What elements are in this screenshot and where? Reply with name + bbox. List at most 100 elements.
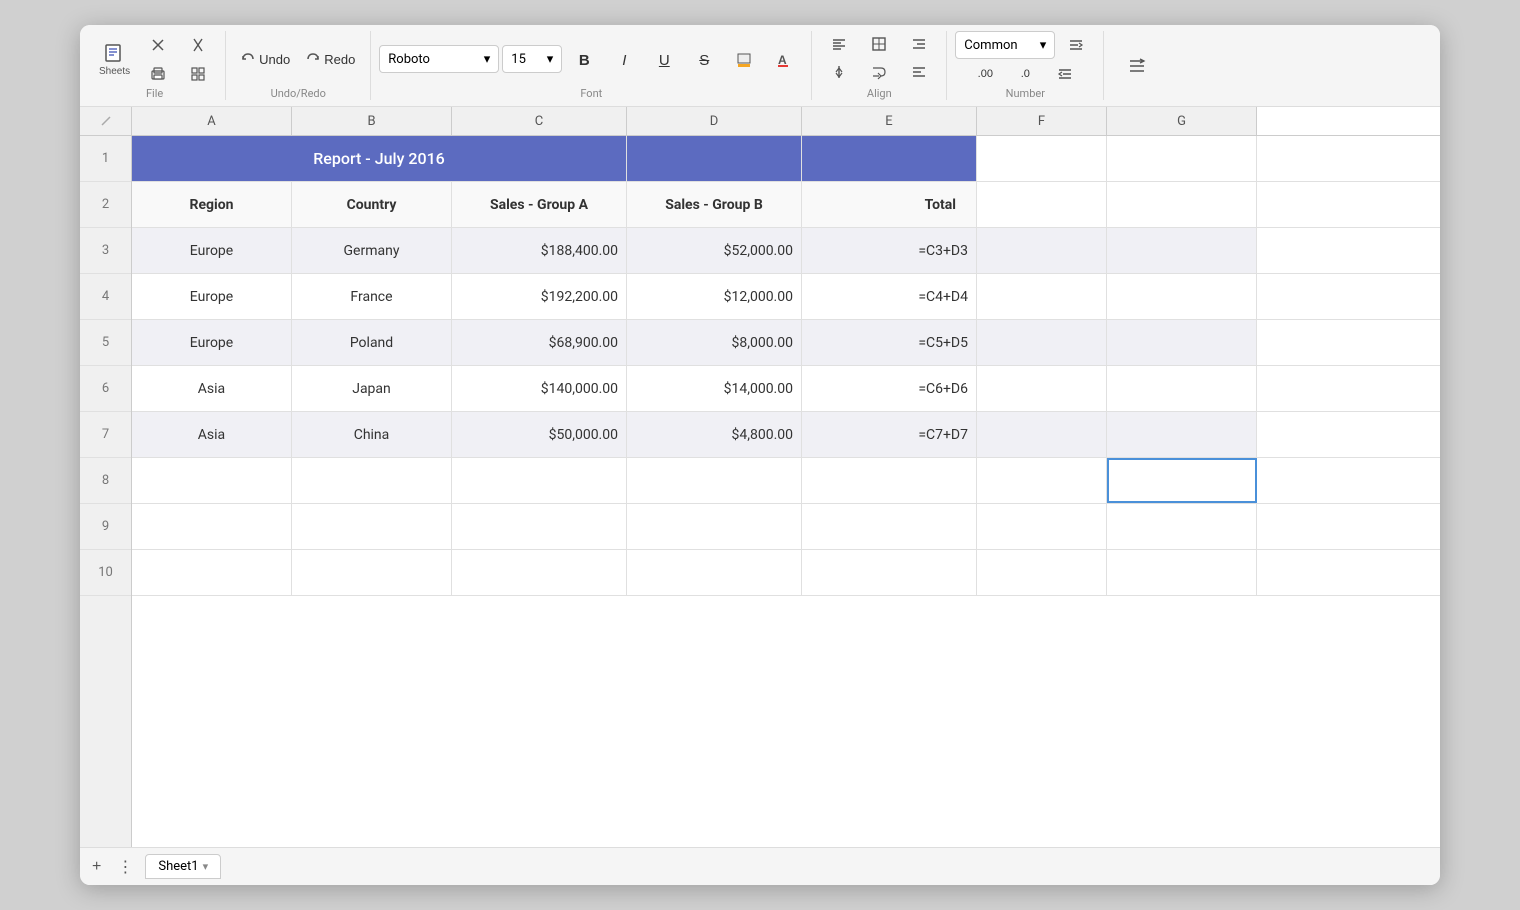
cell-b5[interactable]: Poland xyxy=(292,320,452,365)
cell-g2[interactable] xyxy=(1107,182,1257,227)
cell-c1-title[interactable]: Report - July 2016 xyxy=(132,136,627,181)
cell-g5[interactable] xyxy=(1107,320,1257,365)
row-num-4[interactable]: 4 xyxy=(80,274,131,320)
cell-e8[interactable] xyxy=(802,458,977,503)
align-left-button[interactable] xyxy=(820,31,858,57)
cell-e4[interactable]: =C4+D4 xyxy=(802,274,977,319)
row-num-7[interactable]: 7 xyxy=(80,412,131,458)
borders-button[interactable] xyxy=(860,31,898,57)
cell-f4[interactable] xyxy=(977,274,1107,319)
row-num-1[interactable]: 1 xyxy=(80,136,131,182)
fill-color-button[interactable] xyxy=(725,47,763,73)
col-header-d[interactable]: D xyxy=(627,107,802,135)
cut-button[interactable] xyxy=(179,32,217,58)
cell-g9[interactable] xyxy=(1107,504,1257,549)
strikethrough-button[interactable]: S xyxy=(685,47,723,73)
decimal-decrease-button[interactable]: .0 xyxy=(1006,61,1044,87)
cell-d3[interactable]: $52,000.00 xyxy=(627,228,802,273)
row-num-2[interactable]: 2 xyxy=(80,182,131,228)
cell-a5[interactable]: Europe xyxy=(132,320,292,365)
cell-a2[interactable]: Region xyxy=(132,182,292,227)
close-file-button[interactable] xyxy=(139,32,177,58)
row-num-5[interactable]: 5 xyxy=(80,320,131,366)
cell-c5[interactable]: $68,900.00 xyxy=(452,320,627,365)
underline-button[interactable]: U xyxy=(645,47,683,73)
col-header-a[interactable]: A xyxy=(132,107,292,135)
cell-b9[interactable] xyxy=(292,504,452,549)
cell-c4[interactable]: $192,200.00 xyxy=(452,274,627,319)
number-align-button[interactable] xyxy=(1046,61,1084,87)
cell-c10[interactable] xyxy=(452,550,627,595)
col-header-e[interactable]: E xyxy=(802,107,977,135)
row-num-9[interactable]: 9 xyxy=(80,504,131,550)
cell-f8[interactable] xyxy=(977,458,1107,503)
cell-d5[interactable]: $8,000.00 xyxy=(627,320,802,365)
bold-button[interactable]: B xyxy=(565,47,603,73)
font-family-select[interactable]: Roboto ▾ xyxy=(379,45,499,73)
cell-e6[interactable]: =C6+D6 xyxy=(802,366,977,411)
cell-b6[interactable]: Japan xyxy=(292,366,452,411)
sheet-options-button[interactable]: ⋮ xyxy=(113,855,137,879)
col-header-g[interactable]: G xyxy=(1107,107,1257,135)
indent-right-button[interactable] xyxy=(900,31,938,57)
cell-d2[interactable]: Sales - Group B xyxy=(627,182,802,227)
cell-e9[interactable] xyxy=(802,504,977,549)
cell-d8[interactable] xyxy=(627,458,802,503)
decimal-increase-button[interactable]: .00 xyxy=(966,61,1004,87)
cell-g1[interactable] xyxy=(1107,136,1257,181)
cell-c9[interactable] xyxy=(452,504,627,549)
cell-a4[interactable]: Europe xyxy=(132,274,292,319)
cell-f5[interactable] xyxy=(977,320,1107,365)
cell-d1[interactable] xyxy=(627,136,802,181)
cell-b2[interactable]: Country xyxy=(292,182,452,227)
row-num-3[interactable]: 3 xyxy=(80,228,131,274)
cell-c2[interactable]: Sales - Group A xyxy=(452,182,627,227)
cell-g6[interactable] xyxy=(1107,366,1257,411)
cell-g10[interactable] xyxy=(1107,550,1257,595)
redo-button[interactable]: Redo xyxy=(299,46,362,72)
cell-e7[interactable]: =C7+D7 xyxy=(802,412,977,457)
italic-button[interactable]: I xyxy=(605,47,643,73)
print-button[interactable] xyxy=(139,61,177,87)
col-header-c[interactable]: C xyxy=(452,107,627,135)
cell-a7[interactable]: Asia xyxy=(132,412,292,457)
cell-f1[interactable] xyxy=(977,136,1107,181)
add-sheet-button[interactable]: + xyxy=(88,856,105,878)
cell-c7[interactable]: $50,000.00 xyxy=(452,412,627,457)
more-options-button[interactable] xyxy=(1118,53,1156,79)
col-header-f[interactable]: F xyxy=(977,107,1107,135)
cell-e10[interactable] xyxy=(802,550,977,595)
sheets-button[interactable]: Sheets xyxy=(92,37,137,82)
cell-d6[interactable]: $14,000.00 xyxy=(627,366,802,411)
cell-a6[interactable]: Asia xyxy=(132,366,292,411)
row-num-6[interactable]: 6 xyxy=(80,366,131,412)
indent-left-button[interactable] xyxy=(900,59,938,85)
cell-g7[interactable] xyxy=(1107,412,1257,457)
row-num-10[interactable]: 10 xyxy=(80,550,131,596)
cell-a3[interactable]: Europe xyxy=(132,228,292,273)
cell-c3[interactable]: $188,400.00 xyxy=(452,228,627,273)
cell-b7[interactable]: China xyxy=(292,412,452,457)
col-header-b[interactable]: B xyxy=(292,107,452,135)
cell-f9[interactable] xyxy=(977,504,1107,549)
wrap-button[interactable] xyxy=(860,59,898,85)
cell-b4[interactable]: France xyxy=(292,274,452,319)
valign-button[interactable] xyxy=(820,59,858,85)
cell-b8[interactable] xyxy=(292,458,452,503)
cell-f10[interactable] xyxy=(977,550,1107,595)
cell-d7[interactable]: $4,800.00 xyxy=(627,412,802,457)
font-size-select[interactable]: 15 ▾ xyxy=(502,45,562,73)
cell-e3[interactable]: =C3+D3 xyxy=(802,228,977,273)
cell-f2[interactable] xyxy=(977,182,1107,227)
number-format-extra-button[interactable] xyxy=(1057,32,1095,58)
cell-f7[interactable] xyxy=(977,412,1107,457)
cell-c8[interactable] xyxy=(452,458,627,503)
number-format-select[interactable]: Common ▾ xyxy=(955,31,1055,59)
cell-e2[interactable]: Total xyxy=(802,182,977,227)
cell-a8[interactable] xyxy=(132,458,292,503)
sheet-tab-sheet1[interactable]: Sheet1 ▾ xyxy=(145,854,221,879)
cell-a9[interactable] xyxy=(132,504,292,549)
cell-b10[interactable] xyxy=(292,550,452,595)
cell-g3[interactable] xyxy=(1107,228,1257,273)
font-color-button[interactable]: A xyxy=(765,47,803,73)
